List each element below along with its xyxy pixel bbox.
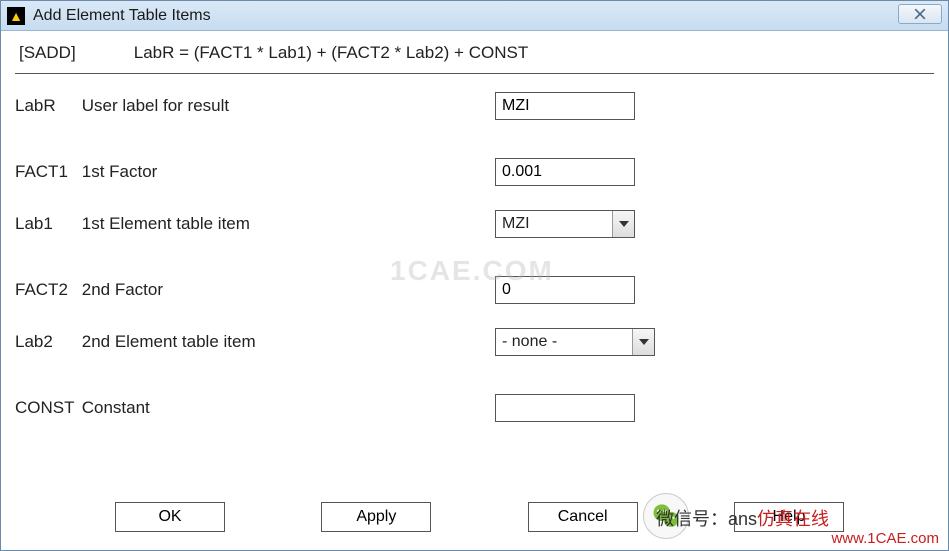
chevron-down-icon	[639, 339, 649, 345]
close-button[interactable]	[898, 4, 942, 24]
const-input[interactable]	[495, 394, 635, 422]
fact2-input[interactable]	[495, 276, 635, 304]
divider	[15, 73, 934, 74]
dialog-content: [SADD] LabR = (FACT1 * Lab1) + (FACT2 * …	[1, 31, 948, 550]
lab2-dropdown-button[interactable]	[632, 329, 654, 355]
fact1-label: FACT1 1st Factor	[15, 158, 495, 186]
close-icon	[914, 8, 926, 20]
app-icon: ▲	[7, 7, 25, 25]
formula-expression: LabR = (FACT1 * Lab1) + (FACT2 * Lab2) +…	[134, 43, 528, 62]
lab1-dropdown-button[interactable]	[612, 211, 634, 237]
window-title: Add Element Table Items	[33, 7, 211, 25]
form-area: LabR User label for result FACT1 1st Fac…	[15, 88, 934, 494]
titlebar: ▲ Add Element Table Items	[1, 1, 948, 31]
lab1-select[interactable]: MZI	[495, 210, 635, 238]
lab1-select-value: MZI	[496, 211, 612, 237]
lab2-select-value: - none -	[496, 329, 632, 355]
lab2-select[interactable]: - none -	[495, 328, 655, 356]
const-label: CONST Constant	[15, 394, 495, 422]
cancel-button[interactable]: Cancel	[528, 502, 638, 532]
command-label: [SADD]	[19, 43, 129, 63]
lab1-label: Lab1 1st Element table item	[15, 210, 495, 238]
help-button[interactable]: Help	[734, 502, 844, 532]
button-row: OK Apply Cancel Help	[15, 494, 934, 536]
labr-input[interactable]	[495, 92, 635, 120]
chevron-down-icon	[619, 221, 629, 227]
formula-row: [SADD] LabR = (FACT1 * Lab1) + (FACT2 * …	[15, 39, 934, 73]
fact2-label: FACT2 2nd Factor	[15, 276, 495, 304]
dialog-window: ▲ Add Element Table Items [SADD] LabR = …	[0, 0, 949, 551]
labr-label: LabR User label for result	[15, 92, 495, 120]
ok-button[interactable]: OK	[115, 502, 225, 532]
lab2-label: Lab2 2nd Element table item	[15, 328, 495, 356]
apply-button[interactable]: Apply	[321, 502, 431, 532]
fact1-input[interactable]	[495, 158, 635, 186]
